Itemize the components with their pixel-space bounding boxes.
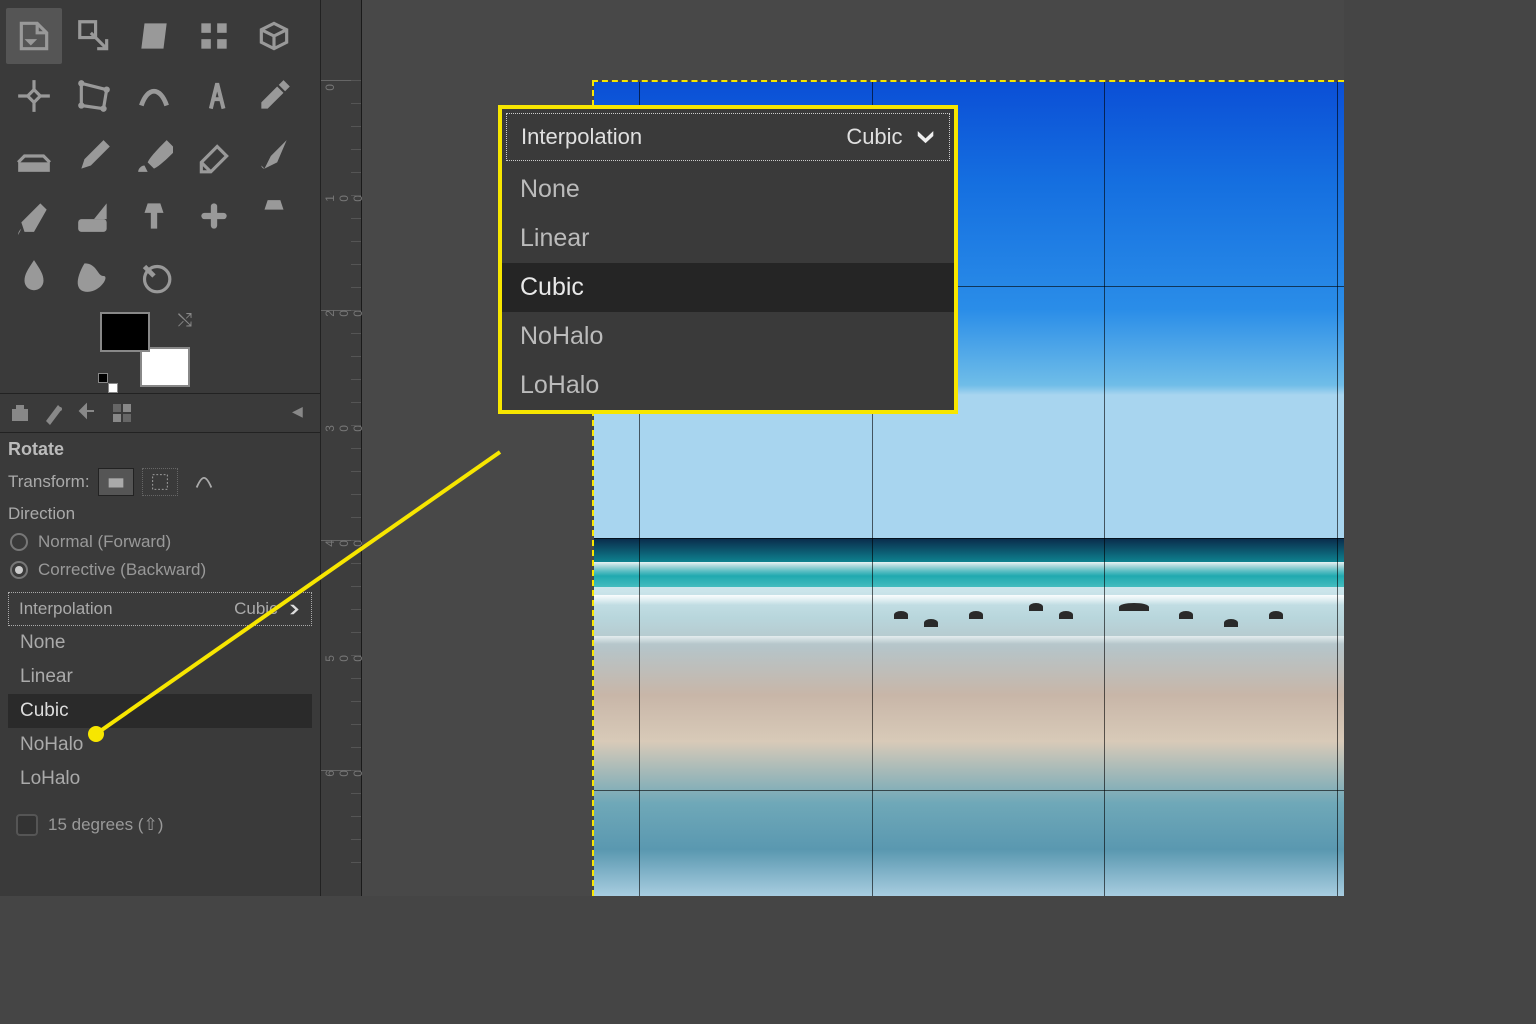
interpolation-option-none[interactable]: None	[8, 626, 312, 660]
direction-normal-radio[interactable]: Normal (Forward)	[8, 528, 312, 556]
tool-grid	[0, 0, 320, 312]
callout-option-none[interactable]: None	[502, 165, 954, 214]
fg-bg-color-swatch[interactable]: ⤭	[100, 312, 190, 387]
tool-text[interactable]	[186, 68, 242, 124]
interpolation-option-nohalo[interactable]: NoHalo	[8, 728, 312, 762]
chevron-down-icon: ❯	[917, 128, 935, 146]
transform-target-path[interactable]	[186, 468, 222, 496]
tool-3d-transform[interactable]	[246, 8, 302, 64]
direction-corrective-label: Corrective (Backward)	[38, 560, 206, 580]
undo-history-tab-icon[interactable]	[76, 401, 100, 425]
ruler-tick-label: 0	[323, 84, 337, 91]
callout-option-lohalo[interactable]: LoHalo	[502, 361, 954, 410]
ruler-tick-label: 600	[323, 770, 365, 777]
ruler-tick-label: 100	[323, 195, 365, 202]
ruler-tick-label: 200	[323, 310, 365, 317]
tool-perspective-clone[interactable]	[246, 188, 302, 244]
tool-cage[interactable]	[66, 68, 122, 124]
chevron-down-icon: ❯	[288, 603, 301, 615]
tool-options-tabs: ◀	[0, 393, 320, 433]
tool-warp[interactable]	[126, 68, 182, 124]
bg-color-swatch[interactable]	[140, 347, 190, 387]
tool-clone[interactable]	[126, 188, 182, 244]
tool-eraser[interactable]	[186, 128, 242, 184]
interpolation-current-value: Cubic	[234, 599, 277, 619]
tool-heal[interactable]	[186, 188, 242, 244]
callout-option-linear[interactable]: Linear	[502, 214, 954, 263]
transform-target-layer[interactable]	[98, 468, 134, 496]
tool-rotate[interactable]	[6, 8, 62, 64]
callout-interpolation-dropdown[interactable]: Interpolation Cubic ❯	[506, 113, 950, 161]
checkbox-icon	[16, 814, 38, 836]
interpolation-dropdown-list: None Linear Cubic NoHalo LoHalo	[8, 626, 312, 796]
radio-icon	[10, 561, 28, 579]
panel-menu-icon[interactable]: ◀	[292, 403, 312, 423]
tool-airbrush[interactable]	[246, 128, 302, 184]
ruler-tick-label: 400	[323, 540, 365, 547]
radio-icon	[10, 533, 28, 551]
transform-label: Transform:	[8, 472, 90, 492]
tool-shear[interactable]	[126, 8, 182, 64]
interpolation-dropdown[interactable]: Interpolation Cubic ❯	[8, 592, 312, 626]
swap-colors-icon[interactable]: ⤭	[178, 310, 192, 331]
fg-color-swatch[interactable]	[100, 312, 150, 352]
direction-normal-label: Normal (Forward)	[38, 532, 171, 552]
toolbox-panel: ⤭ ◀ Rotate Transform: Direction Normal (…	[0, 0, 320, 896]
tool-ink[interactable]	[6, 188, 62, 244]
interpolation-option-linear[interactable]: Linear	[8, 660, 312, 694]
tool-blur[interactable]	[6, 248, 62, 304]
tool-handle-transform[interactable]	[6, 68, 62, 124]
vertical-ruler: 0 100 200 300 400 500 600	[320, 0, 362, 896]
tool-pencil[interactable]	[66, 128, 122, 184]
interpolation-option-lohalo[interactable]: LoHalo	[8, 762, 312, 796]
tool-dodge-burn[interactable]	[126, 248, 182, 304]
tool-bucket-fill[interactable]	[6, 128, 62, 184]
fifteen-degrees-checkbox-row[interactable]: 15 degrees (⇧)	[8, 804, 312, 846]
default-colors-icon[interactable]	[98, 373, 114, 389]
transform-target-selection[interactable]	[142, 468, 178, 496]
callout-interpolation-label: Interpolation	[521, 124, 642, 150]
images-tab-icon[interactable]	[110, 401, 134, 425]
callout-option-nohalo[interactable]: NoHalo	[502, 312, 954, 361]
ruler-tick-label: 500	[323, 655, 365, 662]
tool-paintbrush[interactable]	[126, 128, 182, 184]
tool-options-title: Rotate	[8, 439, 312, 460]
direction-label: Direction	[8, 504, 312, 524]
tool-perspective[interactable]	[186, 8, 242, 64]
tool-smudge[interactable]	[66, 248, 122, 304]
device-status-tab-icon[interactable]	[42, 401, 66, 425]
fifteen-degrees-label: 15 degrees (⇧)	[48, 815, 163, 835]
direction-corrective-radio[interactable]: Corrective (Backward)	[8, 556, 312, 584]
callout-option-cubic[interactable]: Cubic	[502, 263, 954, 312]
interpolation-callout: Interpolation Cubic ❯ None Linear Cubic …	[498, 105, 958, 414]
ruler-tick-label: 300	[323, 425, 365, 432]
tool-scale[interactable]	[66, 8, 122, 64]
tool-options-tab-icon[interactable]	[8, 401, 32, 425]
tool-mypaint-brush[interactable]	[66, 188, 122, 244]
callout-interpolation-value: Cubic	[846, 124, 902, 150]
interpolation-option-cubic[interactable]: Cubic	[8, 694, 312, 728]
tool-color-picker[interactable]	[246, 68, 302, 124]
tool-options-panel: Rotate Transform: Direction Normal (Forw…	[0, 433, 320, 852]
interpolation-label: Interpolation	[19, 599, 113, 619]
callout-anchor-dot	[88, 726, 104, 742]
